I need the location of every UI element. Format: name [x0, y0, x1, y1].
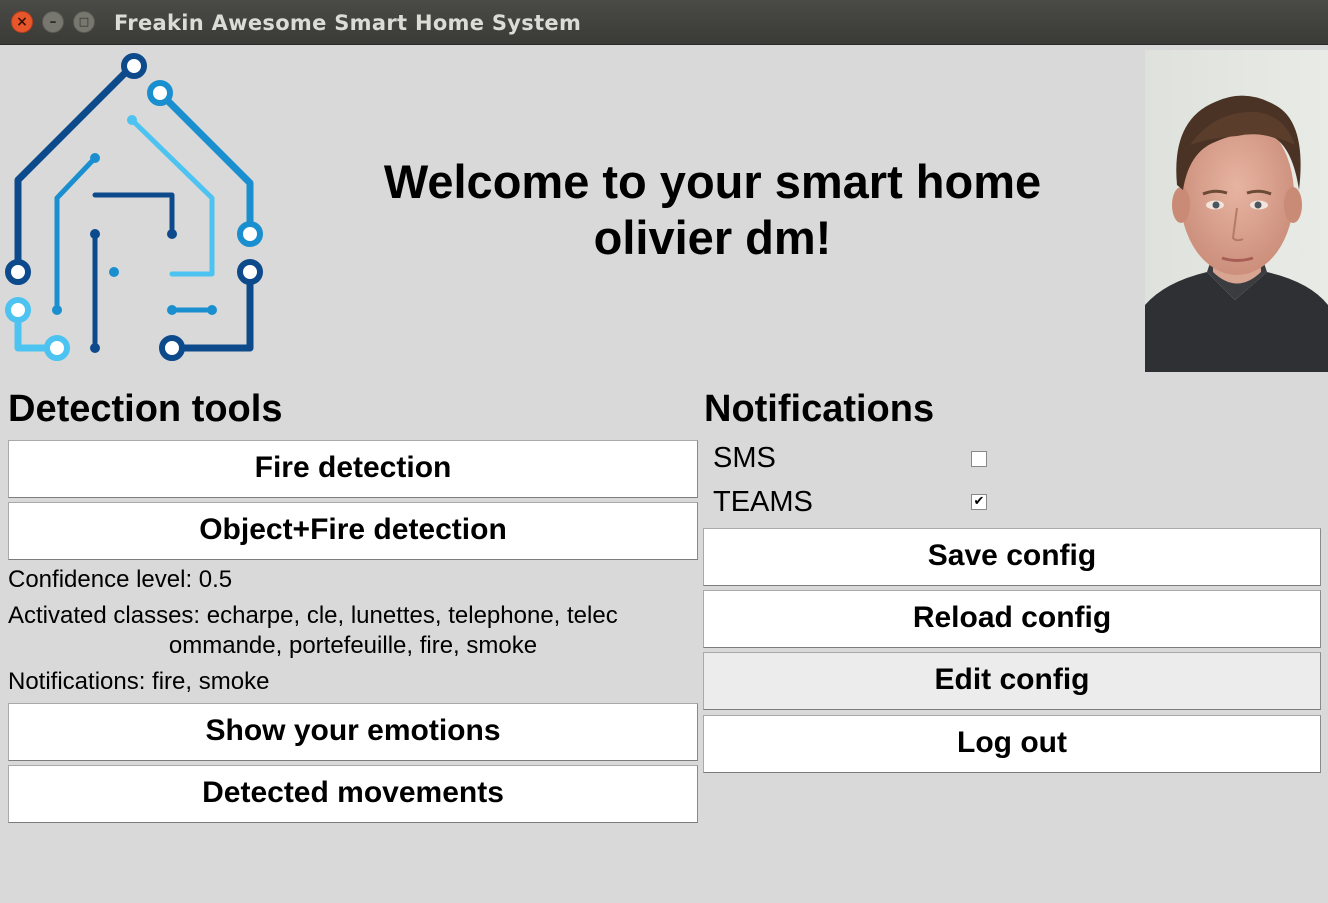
activated-classes-line-1: Activated classes: echarpe, cle, lunette…: [8, 602, 618, 629]
maximize-icon[interactable]: □: [73, 11, 95, 33]
edit-config-button[interactable]: Edit config: [703, 652, 1321, 710]
welcome-user-name: olivier dm!: [593, 211, 832, 264]
window-titlebar[interactable]: × – □ Freakin Awesome Smart Home System: [0, 0, 1328, 45]
object-fire-detection-button[interactable]: Object+Fire detection: [8, 502, 698, 560]
teams-label: TEAMS: [713, 486, 813, 518]
show-emotions-button[interactable]: Show your emotions: [8, 703, 698, 761]
sms-checkbox[interactable]: [971, 451, 987, 467]
close-icon[interactable]: ×: [11, 11, 33, 33]
detection-tools-heading: Detection tools: [8, 388, 283, 430]
log-out-button[interactable]: Log out: [703, 715, 1321, 773]
checkmark-icon: ✔: [973, 494, 985, 509]
welcome-message: Welcome to your smart home olivier dm!: [300, 154, 1125, 266]
confidence-level-text: Confidence level: 0.5: [8, 566, 233, 593]
smart-home-logo-icon: [5, 53, 263, 361]
notifications-heading: Notifications: [704, 388, 935, 430]
fire-detection-button[interactable]: Fire detection: [8, 440, 698, 498]
minimize-icon[interactable]: –: [42, 11, 64, 33]
detection-notifications-text: Notifications: fire, smoke: [8, 668, 270, 695]
teams-checkbox[interactable]: ✔: [971, 494, 987, 510]
user-photo: [1145, 50, 1328, 372]
detected-movements-button[interactable]: Detected movements: [8, 765, 698, 823]
sms-label: SMS: [713, 442, 776, 474]
window-title: Freakin Awesome Smart Home System: [114, 11, 582, 35]
save-config-button[interactable]: Save config: [703, 528, 1321, 586]
activated-classes-text: Activated classes: echarpe, cle, lunette…: [8, 601, 698, 661]
reload-config-button[interactable]: Reload config: [703, 590, 1321, 648]
welcome-line-1: Welcome to your smart home: [383, 155, 1042, 208]
activated-classes-line-2: ommande, portefeuille, fire, smoke: [168, 632, 538, 659]
